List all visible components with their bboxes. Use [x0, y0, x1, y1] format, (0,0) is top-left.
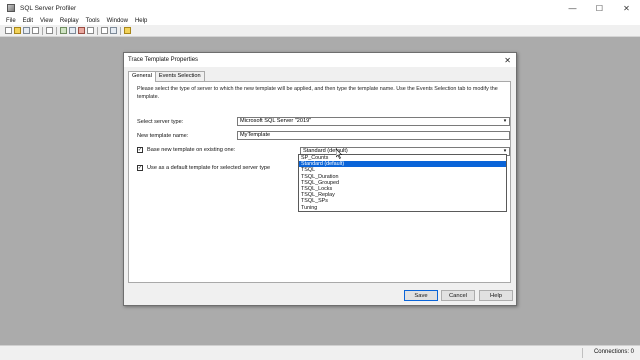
base-on-existing-label: Base new template on existing one: [147, 147, 236, 153]
menu-file[interactable]: File [6, 18, 16, 24]
template-name-value: MyTemplate [240, 132, 271, 138]
server-type-select[interactable]: Microsoft SQL Server "2019" ▾ [237, 117, 510, 126]
dialog-title: Trace Template Properties [128, 57, 199, 63]
save-icon[interactable] [23, 27, 30, 34]
menu-window[interactable]: Window [107, 18, 128, 24]
template-name-label: New template name: [137, 133, 189, 139]
status-bar: Connections: 0 [0, 345, 640, 360]
connections-status: Connections: 0 [593, 349, 634, 355]
tab-general[interactable]: General [128, 71, 156, 82]
mouse-cursor-icon [336, 149, 342, 159]
menu-replay[interactable]: Replay [60, 18, 79, 24]
pause-icon[interactable] [69, 27, 76, 34]
menu-view[interactable]: View [40, 18, 53, 24]
template-dropdown-list: SP_Counts Standard (default) TSQL TSQL_D… [298, 154, 507, 212]
close-window-button[interactable]: ✕ [613, 0, 640, 16]
properties-icon[interactable] [32, 27, 39, 34]
app-title: SQL Server Profiler [20, 4, 77, 12]
open-icon[interactable] [14, 27, 21, 34]
status-divider [582, 348, 583, 358]
menu-help[interactable]: Help [135, 18, 147, 24]
template-name-input[interactable]: MyTemplate [237, 131, 510, 140]
monitor-icon[interactable] [110, 27, 117, 34]
run-icon[interactable] [60, 27, 67, 34]
save-button[interactable]: Save [404, 290, 438, 301]
intro-text: Please select the type of server to whic… [137, 86, 498, 100]
dialog-title-bar: Trace Template Properties ✕ [124, 53, 516, 67]
find-icon[interactable] [46, 27, 53, 34]
toolbar [0, 25, 640, 37]
clear-icon[interactable] [87, 27, 94, 34]
help-button[interactable]: Help [479, 290, 513, 301]
toolbar-separator [97, 26, 98, 35]
server-type-value: Microsoft SQL Server "2019" [240, 118, 312, 124]
base-on-existing-checkbox[interactable]: ✓ [137, 147, 143, 153]
default-template-checkbox[interactable]: ✓ [137, 165, 143, 171]
toolbar-separator [120, 26, 121, 35]
window-controls: — ☐ ✕ [559, 0, 640, 16]
base-on-existing-row: ✓ Base new template on existing one: [137, 147, 235, 153]
chevron-down-icon[interactable]: ▾ [501, 118, 509, 125]
dropdown-option[interactable]: Tuning [299, 205, 506, 211]
default-template-label: Use as a default template for selected s… [147, 165, 271, 171]
app-title-bar: SQL Server Profiler — ☐ ✕ [0, 0, 640, 16]
menu-bar: File Edit View Replay Tools Window Help [0, 16, 640, 25]
menu-tools[interactable]: Tools [86, 18, 100, 24]
stop-icon[interactable] [78, 27, 85, 34]
tab-events-selection[interactable]: Events Selection [154, 71, 205, 81]
toolbar-separator [42, 26, 43, 35]
cancel-button[interactable]: Cancel [441, 290, 475, 301]
default-template-row: ✓ Use as a default template for selected… [137, 165, 270, 171]
sql-icon[interactable] [101, 27, 108, 34]
menu-edit[interactable]: Edit [23, 18, 33, 24]
server-type-label: Select server type: [137, 119, 184, 125]
toolbar-separator [56, 26, 57, 35]
help-icon[interactable] [124, 27, 131, 34]
minimize-button[interactable]: — [559, 0, 586, 16]
dialog-tabs: General Events Selection [128, 71, 205, 82]
new-trace-icon[interactable] [5, 27, 12, 34]
close-icon[interactable]: ✕ [504, 56, 511, 65]
maximize-button[interactable]: ☐ [586, 0, 613, 16]
profiler-app-icon [7, 4, 15, 12]
